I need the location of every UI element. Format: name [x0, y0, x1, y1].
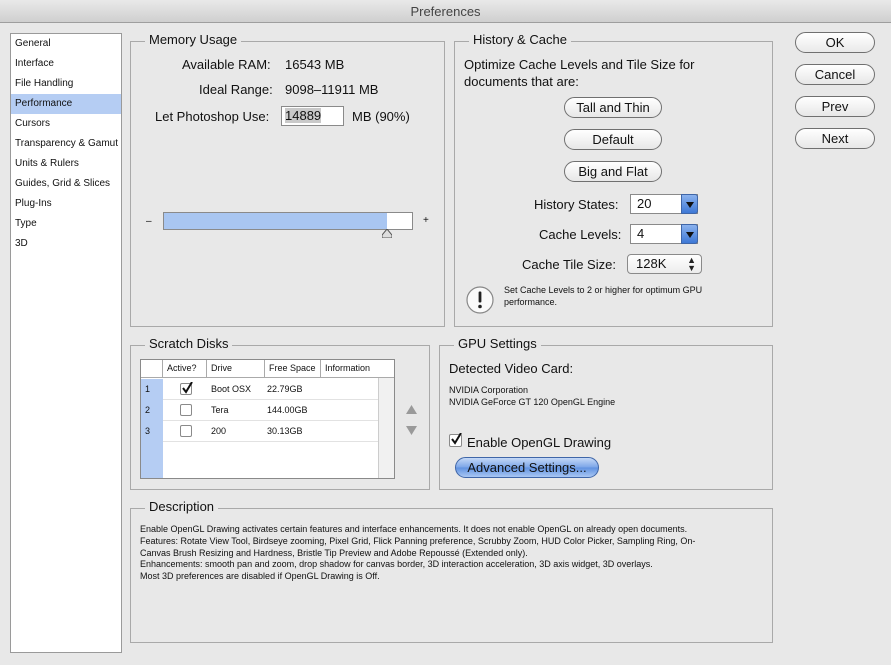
- slider-plus-label: +: [423, 215, 429, 226]
- preferences-sidebar: General Interface File Handling Performa…: [10, 33, 122, 653]
- cache-levels-label: Cache Levels:: [539, 227, 622, 242]
- table-row[interactable]: 2 Tera 144.00GB: [141, 400, 378, 421]
- free-space-cell: 144.00GB: [267, 405, 308, 415]
- row-index: 1: [141, 379, 163, 400]
- history-cache-title: History & Cache: [469, 32, 571, 47]
- cache-tile-size-label: Cache Tile Size:: [522, 257, 616, 272]
- active-checkbox[interactable]: [180, 425, 192, 437]
- sidebar-item-type[interactable]: Type: [11, 214, 121, 234]
- active-checkbox[interactable]: [180, 404, 192, 416]
- table-row[interactable]: 1 Boot OSX 22.79GB: [141, 379, 378, 400]
- ideal-range-value: 9098–11911 MB: [285, 82, 379, 97]
- slider-minus-label: –: [146, 216, 152, 227]
- description-text: Enable OpenGL Drawing activates certain …: [140, 524, 765, 583]
- optimize-text-line2: documents that are:: [464, 74, 579, 89]
- advanced-settings-button[interactable]: Advanced Settings...: [455, 457, 599, 478]
- warning-text-line2: performance.: [504, 297, 558, 307]
- available-ram-label: Available RAM:: [182, 57, 271, 72]
- ideal-range-label: Ideal Range:: [199, 82, 273, 97]
- gpu-vendor: NVIDIA Corporation: [449, 385, 529, 395]
- table-row[interactable]: 3 200 30.13GB: [141, 421, 378, 442]
- header-index: [141, 360, 163, 377]
- free-space-cell: 30.13GB: [267, 426, 303, 436]
- default-button[interactable]: Default: [564, 129, 662, 150]
- sidebar-item-interface[interactable]: Interface: [11, 54, 121, 74]
- warning-text-line1: Set Cache Levels to 2 or higher for opti…: [504, 285, 703, 295]
- header-free-space[interactable]: Free Space: [265, 360, 321, 377]
- sidebar-item-file-handling[interactable]: File Handling: [11, 74, 121, 94]
- next-button[interactable]: Next: [795, 128, 875, 149]
- cancel-button[interactable]: Cancel: [795, 64, 875, 85]
- table-header: Active? Drive Free Space Information: [141, 360, 394, 378]
- warning-icon: [466, 286, 494, 314]
- header-drive[interactable]: Drive: [207, 360, 265, 377]
- row-index-column: [141, 442, 163, 478]
- sidebar-item-general[interactable]: General: [11, 34, 121, 54]
- sidebar-item-guides-grid-slices[interactable]: Guides, Grid & Slices: [11, 174, 121, 194]
- scratch-disks-table: Active? Drive Free Space Information 1 B…: [140, 359, 395, 479]
- gpu-card-name: NVIDIA GeForce GT 120 OpenGL Engine: [449, 397, 616, 407]
- detected-video-card-label: Detected Video Card:: [449, 361, 574, 376]
- checkmark-icon: [451, 433, 462, 445]
- memory-slider-fill: [164, 213, 387, 229]
- tall-and-thin-button[interactable]: Tall and Thin: [564, 97, 662, 118]
- sidebar-item-transparency-gamut[interactable]: Transparency & Gamut: [11, 134, 121, 154]
- description-title: Description: [145, 499, 219, 514]
- history-states-value: 20: [637, 196, 652, 211]
- cache-levels-field[interactable]: 4: [630, 224, 698, 244]
- free-space-cell: 22.79GB: [267, 384, 303, 394]
- row-index: 3: [141, 421, 163, 442]
- chevron-down-icon[interactable]: [681, 224, 698, 244]
- memory-percent-label: MB (90%): [352, 109, 410, 124]
- prev-button[interactable]: Prev: [795, 96, 875, 117]
- description-line: Enable OpenGL Drawing activates certain …: [140, 524, 688, 534]
- memory-usage-title: Memory Usage: [145, 32, 242, 47]
- big-and-flat-button[interactable]: Big and Flat: [564, 161, 662, 182]
- history-states-field[interactable]: 20: [630, 194, 698, 214]
- cache-tile-size-value: 128K: [636, 256, 667, 271]
- row-index: 2: [141, 400, 163, 421]
- description-line: Features: Rotate View Tool, Birdseye zoo…: [140, 535, 696, 546]
- memory-amount-input[interactable]: 14889: [281, 106, 344, 126]
- history-states-label: History States:: [534, 197, 619, 212]
- sidebar-item-cursors[interactable]: Cursors: [11, 114, 121, 134]
- up-down-arrows-icon: ▲ ▼: [687, 255, 696, 273]
- sidebar-item-plug-ins[interactable]: Plug-Ins: [11, 194, 121, 214]
- ok-button[interactable]: OK: [795, 32, 875, 53]
- gpu-settings-title: GPU Settings: [454, 336, 541, 351]
- move-down-arrow-icon[interactable]: [406, 426, 417, 435]
- drive-cell: Tera: [211, 405, 229, 415]
- cache-levels-value: 4: [637, 226, 645, 241]
- active-checkbox[interactable]: [180, 382, 193, 395]
- chevron-down-icon[interactable]: [681, 194, 698, 214]
- available-ram-value: 16543 MB: [285, 57, 345, 72]
- description-line: Enhancements: smooth pan and zoom, drop …: [140, 559, 653, 570]
- move-up-arrow-icon[interactable]: [406, 405, 417, 414]
- sidebar-item-performance[interactable]: Performance: [11, 94, 121, 114]
- description-line: Canvas Brush Resizing and Hardness, Bris…: [140, 547, 528, 558]
- let-photoshop-use-label: Let Photoshop Use:: [155, 109, 270, 124]
- enable-opengl-label[interactable]: Enable OpenGL Drawing: [467, 435, 611, 450]
- cache-tile-size-select[interactable]: 128K ▲ ▼: [627, 254, 702, 274]
- checkmark-icon: [182, 382, 193, 394]
- scratch-disks-title: Scratch Disks: [145, 336, 233, 351]
- memory-amount-value: 14889: [285, 108, 322, 123]
- table-scrollbar[interactable]: [378, 378, 394, 478]
- drive-cell: 200: [211, 426, 227, 436]
- memory-slider-thumb[interactable]: [382, 229, 392, 238]
- header-active[interactable]: Active?: [163, 360, 207, 377]
- optimize-text-line1: Optimize Cache Levels and Tile Size for: [464, 57, 695, 72]
- drive-cell: Boot OSX: [211, 384, 252, 394]
- description-line: Most 3D preferences are disabled if Open…: [140, 571, 380, 582]
- header-information[interactable]: Information: [321, 360, 378, 377]
- window-title: Preferences: [0, 0, 891, 23]
- memory-slider[interactable]: [163, 212, 413, 230]
- enable-opengl-checkbox[interactable]: [449, 433, 462, 447]
- sidebar-item-3d[interactable]: 3D: [11, 234, 121, 254]
- sidebar-item-units-rulers[interactable]: Units & Rulers: [11, 154, 121, 174]
